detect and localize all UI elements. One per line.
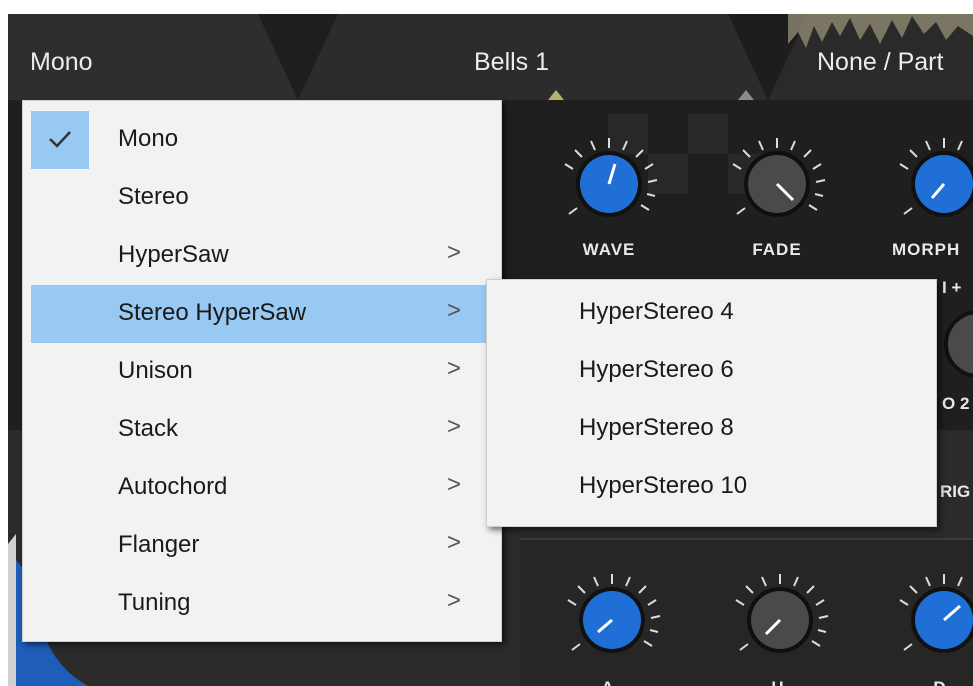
osc2-edge-label: O 2 [942, 394, 970, 413]
submenu-item-hyperstereo-10[interactable]: HyperStereo 10 [488, 458, 935, 516]
menu-item-label: Stereo HyperSaw [118, 299, 307, 326]
chevron-right-icon: > [447, 239, 462, 266]
menu-item-label: Mono [118, 125, 179, 152]
menu-item-label: Autochord [118, 473, 228, 500]
submenu-item-label: HyperStereo 4 [579, 298, 734, 325]
partial-knob[interactable] [938, 304, 973, 384]
submenu-item-hyperstereo-8[interactable]: HyperStereo 8 [488, 400, 935, 458]
hold-label: H [758, 678, 798, 686]
stereo-hypersaw-submenu: HyperStereo 4 HyperStereo 6 HyperStereo … [486, 279, 937, 527]
chevron-right-icon: > [447, 355, 462, 382]
attack-knob[interactable] [556, 570, 668, 670]
menu-item-tuning[interactable]: Tuning > [31, 575, 500, 633]
menu-item-label: Stack [118, 415, 179, 442]
chevron-right-icon: > [447, 587, 462, 614]
menu-item-unison[interactable]: Unison > [31, 343, 500, 401]
chevron-right-icon: > [447, 413, 462, 440]
morph-label: MORPH [892, 240, 961, 259]
menu-item-flanger[interactable]: Flanger > [31, 517, 500, 575]
chevron-right-icon: > [447, 529, 462, 556]
submenu-item-label: HyperStereo 6 [579, 356, 734, 383]
chevron-right-icon: > [447, 471, 462, 498]
menu-item-label: Flanger [118, 531, 200, 558]
decay-knob[interactable] [888, 570, 973, 670]
menu-item-label: Stereo [118, 183, 189, 210]
submenu-item-hyperstereo-4[interactable]: HyperStereo 4 [488, 284, 935, 342]
submenu-item-hyperstereo-6[interactable]: HyperStereo 6 [488, 342, 935, 400]
menu-item-autochord[interactable]: Autochord > [31, 459, 500, 517]
decay-label: D [920, 678, 960, 686]
menu-item-stereo-hypersaw[interactable]: Stereo HyperSaw > [31, 285, 500, 343]
menu-item-mono[interactable]: Mono [31, 111, 500, 169]
menu-item-stereo[interactable]: Stereo [31, 169, 500, 227]
menu-item-label: HyperSaw [118, 241, 229, 268]
attack-label: A [588, 678, 628, 686]
fade-label: FADE [752, 240, 802, 259]
wave-label: WAVE [582, 240, 636, 259]
trigger-edge-label: RIG [940, 482, 971, 501]
checkmark-icon [31, 111, 89, 169]
voice-mode-selector[interactable]: Mono [30, 48, 93, 77]
header-bar: Mono Bells 1 None / Part [8, 14, 973, 100]
lfo-edge-label: I + [942, 278, 962, 297]
submenu-item-label: HyperStereo 8 [579, 414, 734, 441]
chevron-right-icon: > [447, 297, 462, 324]
menu-item-label: Unison [118, 357, 193, 384]
morph-knob[interactable] [888, 134, 973, 234]
voice-mode-menu: Mono Stereo HyperSaw > Stereo HyperSaw >… [22, 100, 502, 642]
wave-knob[interactable] [553, 134, 665, 234]
menu-item-hypersaw[interactable]: HyperSaw > [31, 227, 500, 285]
fade-knob[interactable] [721, 134, 833, 234]
wavetable-name[interactable]: Bells 1 [474, 48, 549, 77]
menu-item-label: Tuning [118, 589, 191, 616]
hold-knob[interactable] [724, 570, 836, 670]
menu-item-stack[interactable]: Stack > [31, 401, 500, 459]
partial-selector[interactable]: None / Part [817, 48, 943, 77]
submenu-item-label: HyperStereo 10 [579, 472, 748, 499]
